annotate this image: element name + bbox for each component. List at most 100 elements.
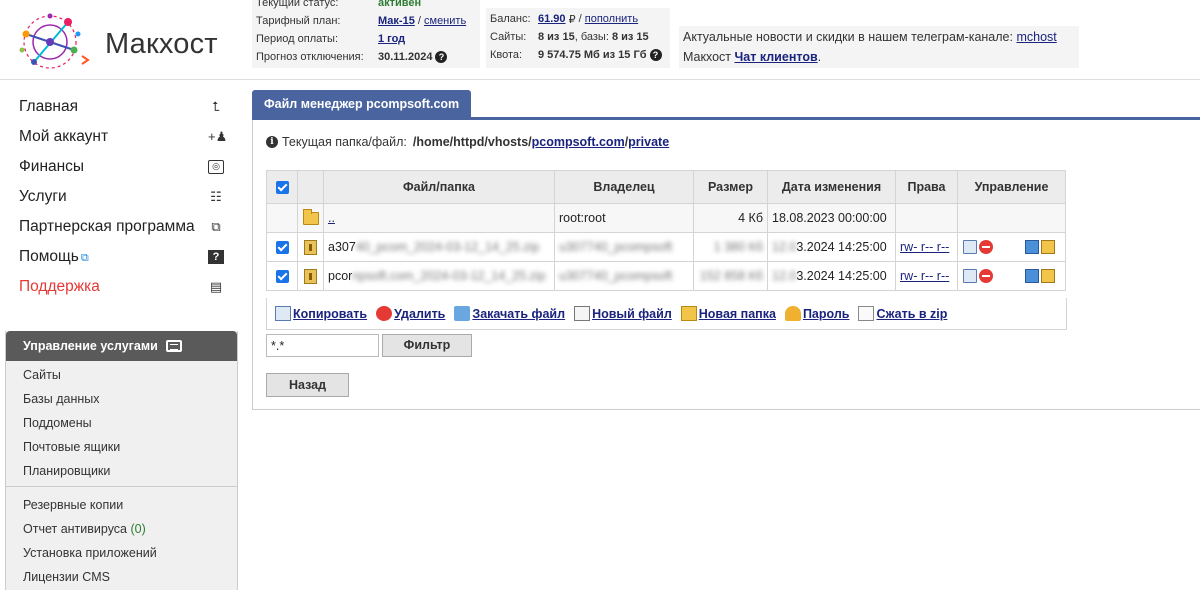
table-cell [266, 232, 298, 262]
table-cell [297, 232, 324, 262]
service-item-databases[interactable]: Базы данных [6, 387, 237, 411]
table-cell[interactable]: pcornpsoft.com_2024-03-12_14_25.zip [323, 261, 555, 291]
select-all-checkbox[interactable] [275, 181, 289, 195]
download-icon[interactable] [1025, 269, 1039, 284]
unzip-icon[interactable] [1041, 269, 1055, 284]
service-item-antivirus[interactable]: Отчет антивируса (0) [6, 517, 237, 541]
file-name[interactable]: a307 [328, 240, 356, 254]
balance-link[interactable]: 61.90 [538, 13, 566, 25]
column-header-perms: Права [895, 170, 958, 204]
news-box: Актуальные новости и скидки в нашем теле… [679, 26, 1079, 68]
tab-file-manager[interactable]: Файл менеджер pcompsoft.com [252, 90, 472, 118]
services-title: Управление услугами [23, 339, 158, 353]
news-text: Актуальные новости и скидки в нашем теле… [683, 30, 1013, 44]
path-label: Текущая папка/файл: [282, 135, 407, 149]
client-chat-link[interactable]: Чат клиентов [735, 50, 818, 64]
table-cell: 18.08.2023 00:00:00 [767, 203, 896, 233]
table-cell[interactable]: a30740_pcom_2024-03-12_14_25.zip [323, 232, 555, 262]
zip-action[interactable]: Сжать в zip [858, 306, 947, 321]
services-panel-header[interactable]: Управление услугами [6, 331, 237, 361]
column-header-name[interactable]: Файл/папка [323, 170, 555, 204]
plan-label: Тарифный план: [256, 15, 341, 27]
row-checkbox[interactable] [275, 241, 289, 255]
copy-icon[interactable] [963, 269, 977, 284]
service-item-subdomains[interactable]: Поддомены [6, 411, 237, 435]
copy-action[interactable]: Копировать [275, 306, 367, 321]
date-blurred: 12.0 [772, 269, 797, 283]
download-icon[interactable] [1025, 240, 1039, 255]
table-cell: rw- r-- r-- [895, 261, 958, 291]
perms-link[interactable]: rw- r-- r-- [900, 269, 949, 283]
row-checkbox[interactable] [275, 270, 289, 284]
column-header-date[interactable]: Дата изменения [767, 170, 896, 204]
new-folder-action[interactable]: Новая папка [680, 306, 776, 321]
sidebar-item-partner[interactable]: Партнерская программа ⧉ [0, 212, 240, 242]
sidebar-item-label: Помощь [19, 248, 79, 265]
table-cell: 12.03.2024 14:25:00 [767, 232, 896, 262]
service-item-cms-licenses[interactable]: Лицензии CMS [6, 565, 237, 589]
new-file-action-label: Новый файл [592, 306, 672, 321]
parent-dir-link[interactable]: .. [328, 211, 335, 225]
path-prefix: /home/httpd/vhosts/ [412, 135, 532, 149]
service-item-app-install[interactable]: Установка приложений [6, 541, 237, 565]
file-name-blurred: 40_pcom_2024-03-12_14_25.zip [355, 240, 540, 254]
sidebar-item-support[interactable]: Поддержка ▤ [0, 272, 240, 302]
service-item-sites[interactable]: Сайты [6, 363, 237, 387]
path-link-domain[interactable]: pcompsoft.com [532, 135, 625, 149]
sidebar-item-help[interactable]: Помощь ⧉? [0, 242, 240, 272]
sidebar-menu: Главная ⮤ Мой аккаунт +♟ Финансы ◎ Услуги ☷ … [0, 92, 240, 302]
column-header-owner[interactable]: Владелец [554, 170, 694, 204]
question-icon[interactable]: ? [435, 51, 448, 63]
telegram-link[interactable]: mchost [1016, 30, 1056, 44]
service-item-mailboxes[interactable]: Почтовые ящики [6, 435, 237, 459]
period-link[interactable]: 1 год [378, 33, 405, 45]
copy-icon[interactable] [963, 240, 977, 255]
plan-change-link[interactable]: сменить [424, 15, 466, 27]
perms-link[interactable]: rw- r-- r-- [900, 240, 949, 254]
table-cell [957, 203, 1066, 233]
unzip-icon[interactable] [1041, 240, 1055, 255]
brand-name: Макхост [105, 28, 218, 60]
column-header-size[interactable]: Размер [693, 170, 768, 204]
services-panel: Управление услугами Сайты Базы данных По… [5, 331, 238, 590]
help-icon: ? [208, 250, 224, 264]
sidebar-item-account[interactable]: Мой аккаунт +♟ [0, 122, 240, 152]
select-all-cell[interactable] [266, 170, 298, 204]
delete-action-label: Удалить [394, 306, 446, 321]
filter-button[interactable]: Фильтр [382, 334, 472, 357]
sidebar-item-services[interactable]: Услуги ☷ [0, 182, 240, 212]
back-button[interactable]: Назад [266, 373, 349, 397]
password-action[interactable]: Пароль [784, 306, 850, 321]
delete-action[interactable]: Удалить [376, 306, 445, 321]
service-item-backups[interactable]: Резервные копии [6, 493, 237, 517]
menu-icon[interactable] [165, 340, 182, 352]
sidebar-item-home[interactable]: Главная ⮤ [0, 92, 240, 122]
sidebar-item-label: Партнерская программа [19, 218, 195, 235]
new-file-action[interactable]: Новый файл [574, 306, 672, 321]
logo[interactable]: Макхост [12, 4, 222, 76]
upload-action[interactable]: Закачать файл [454, 306, 565, 321]
antivirus-count: (0) [130, 522, 146, 536]
sidebar-item-finance[interactable]: Финансы ◎ [0, 152, 240, 182]
table-row[interactable]: a30740_pcom_2024-03-12_14_25.zip u307740… [266, 232, 1066, 262]
question-icon[interactable]: ? [649, 49, 662, 61]
chat-prefix: Макхост [683, 50, 732, 64]
filter-input[interactable] [266, 334, 379, 357]
file-manager-content: i Текущая папка/файл: /home/httpd/vhosts… [252, 120, 1200, 410]
file-name[interactable]: pcor [328, 269, 352, 283]
service-item-schedulers[interactable]: Планировщики [6, 459, 237, 483]
delete-icon[interactable] [979, 269, 993, 284]
plan-link[interactable]: Мак-15 [378, 15, 415, 27]
balance-box: Баланс: 61.90 ₽ / пополнить Сайты: 8 из 15… [486, 8, 670, 68]
table-row[interactable]: pcornpsoft.com_2024-03-12_14_25.zip u307… [266, 261, 1066, 291]
password-action-label: Пароль [802, 306, 850, 321]
topup-link[interactable]: пополнить [585, 13, 638, 25]
column-header-manage: Управление [957, 170, 1066, 204]
table-cell [297, 261, 324, 291]
db-label: базы: [580, 31, 609, 43]
balance-label: Баланс: [490, 13, 531, 25]
delete-icon[interactable] [979, 240, 993, 255]
table-row-parent[interactable]: .. root:root 4 Кб 18.08.2023 00:00:00 [266, 203, 1066, 233]
path-link-private[interactable]: private [628, 135, 669, 149]
file-name-blurred: npsoft.com_2024-03-12_14_25.zip [352, 269, 546, 283]
